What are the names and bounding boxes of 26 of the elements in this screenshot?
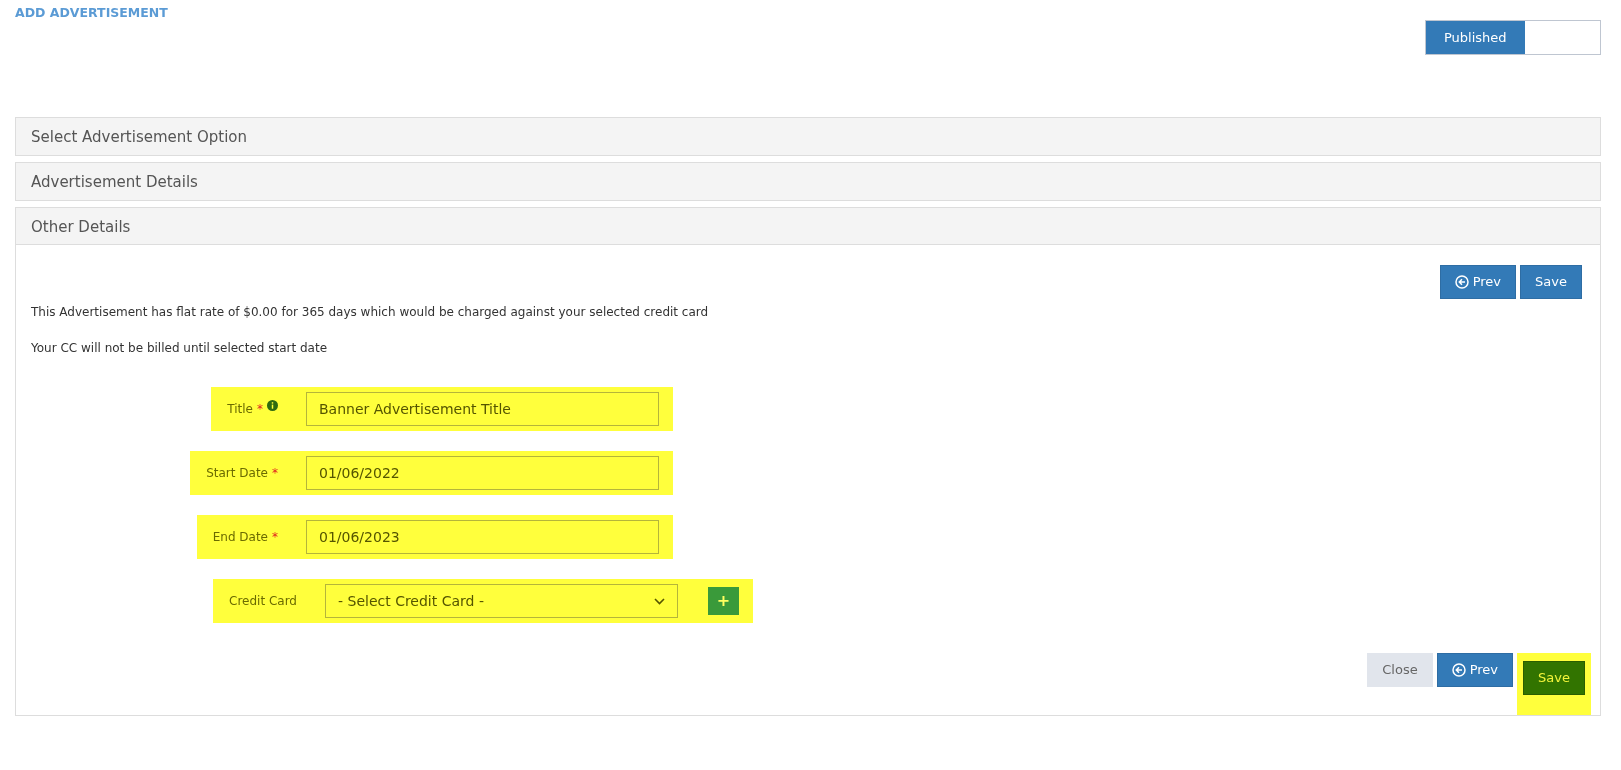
status-toggle[interactable]: Published [1425,20,1601,55]
input-field[interactable]: Banner Advertisement Title [306,392,659,426]
close-button[interactable]: Close [1367,653,1433,687]
prev-button[interactable]: Prev [1439,265,1517,299]
section-header[interactable]: Select Advertisement Option [16,118,1600,155]
info-text: Your CC will not be billed until selected start date [31,340,329,357]
required-mark: * [272,529,278,546]
page-title: ADD ADVERTISEMENT [15,4,168,22]
section-header[interactable]: Advertisement Details [16,163,1600,200]
field-label: Credit Card [229,593,297,610]
back-arrow-icon [1451,663,1466,677]
section-header[interactable]: Other Details [16,208,1600,245]
field-label: End Date [212,529,268,546]
chevron-down-icon [654,597,665,605]
prev-button[interactable]: Prev [1436,653,1514,687]
input-field[interactable]: 01/06/2022 [306,456,659,490]
save-button[interactable]: Save [1520,265,1582,299]
info-text: This Advertisement has flat rate of $0.00 for 365 days which would be charged against your selected credit card [31,304,710,321]
back-arrow-icon [1454,275,1469,289]
required-mark: * [257,401,263,418]
field-label: Start Date [206,465,268,482]
field-label: Title [227,401,253,418]
input-field[interactable]: 01/06/2023 [306,520,659,554]
save-button[interactable]: Save [1523,661,1585,695]
credit-card-select[interactable]: - Select Credit Card - [325,584,678,618]
required-mark: * [272,465,278,482]
